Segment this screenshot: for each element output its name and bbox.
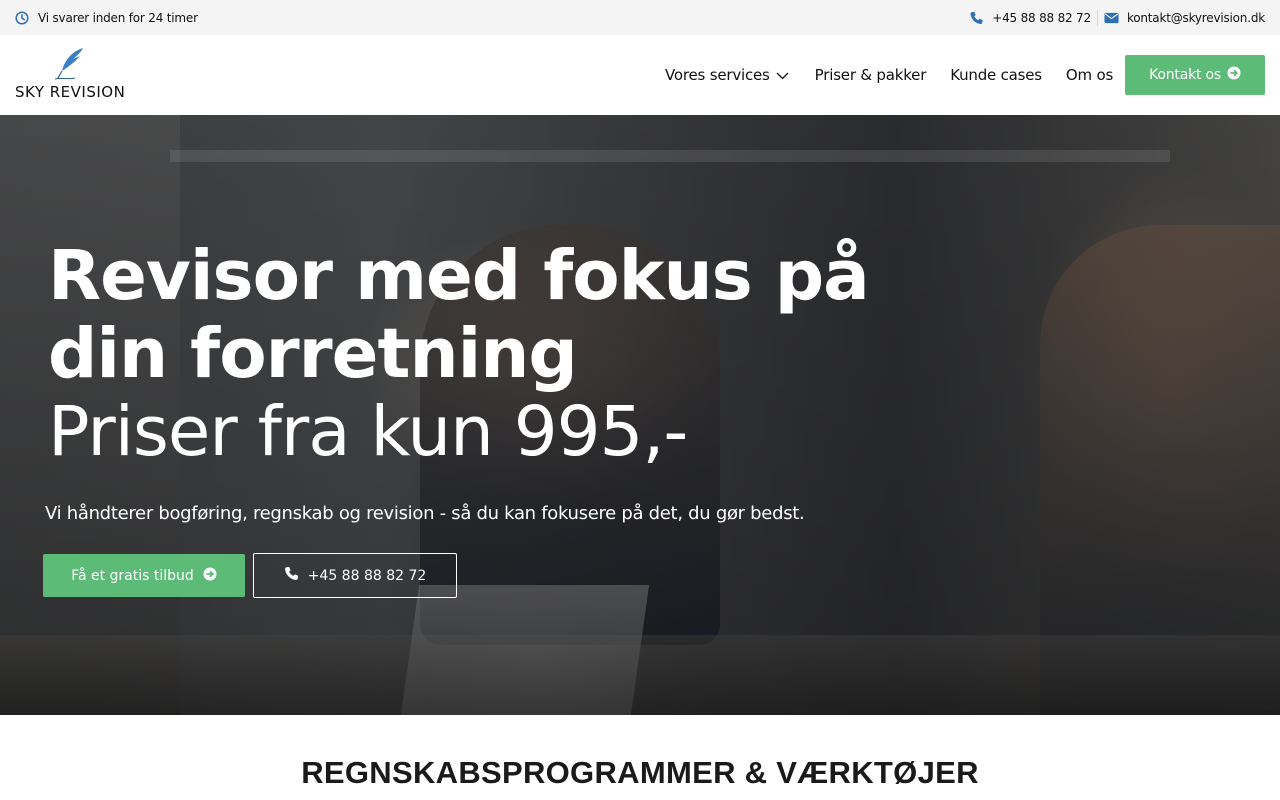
hero-section: Revisor med fokus på din forretning Pris…: [0, 115, 1280, 715]
section-title: REGNSKABSPROGRAMMER & VÆRKTØJER: [301, 755, 979, 790]
topbar-email-link[interactable]: kontakt@skyrevision.dk: [1104, 11, 1265, 25]
phone-icon: [969, 11, 984, 25]
main-nav: Vores services Priser & pakker Kunde cas…: [665, 55, 1265, 95]
hero-price: Priser fra kun 995,-: [48, 392, 688, 472]
envelope-icon: [1104, 12, 1119, 24]
nav-services[interactable]: Vores services: [665, 66, 789, 84]
contact-button-label: Kontakt os: [1149, 67, 1221, 83]
hero-subtitle: Vi håndterer bogføring, regnskab og revi…: [45, 503, 805, 524]
hero-title: Revisor med fokus på din forretning: [48, 236, 870, 394]
arrow-circle-right-icon: [203, 567, 217, 585]
contact-button[interactable]: Kontakt os: [1125, 55, 1265, 95]
call-button[interactable]: +45 88 88 82 72: [253, 553, 457, 598]
top-bar: Vi svarer inden for 24 timer +45 88 88 8…: [0, 0, 1280, 35]
response-time-text: Vi svarer inden for 24 timer: [38, 10, 198, 25]
free-quote-label: Få et gratis tilbud: [71, 567, 194, 584]
phone-icon: [284, 566, 299, 585]
clock-icon: [15, 10, 29, 25]
topbar-divider: [1096, 9, 1098, 26]
nav-about[interactable]: Om os: [1066, 66, 1113, 84]
quill-icon: [53, 47, 87, 87]
site-header: SKY REVISION Vores services Priser & pak…: [0, 35, 1280, 115]
topbar-email-text: kontakt@skyrevision.dk: [1126, 10, 1265, 25]
nav-pricing[interactable]: Priser & pakker: [815, 66, 927, 84]
topbar-phone-link[interactable]: +45 88 88 82 72: [969, 11, 1091, 25]
nav-services-label: Vores services: [665, 66, 770, 84]
chevron-down-icon: [776, 66, 789, 84]
topbar-phone-text: +45 88 88 82 72: [992, 10, 1091, 25]
nav-cases[interactable]: Kunde cases: [950, 66, 1042, 84]
logo-text: SKY REVISION: [15, 83, 126, 101]
free-quote-button[interactable]: Få et gratis tilbud: [43, 554, 245, 597]
logo[interactable]: SKY REVISION: [15, 47, 127, 103]
call-button-label: +45 88 88 82 72: [307, 567, 427, 584]
arrow-circle-right-icon: [1227, 66, 1241, 84]
